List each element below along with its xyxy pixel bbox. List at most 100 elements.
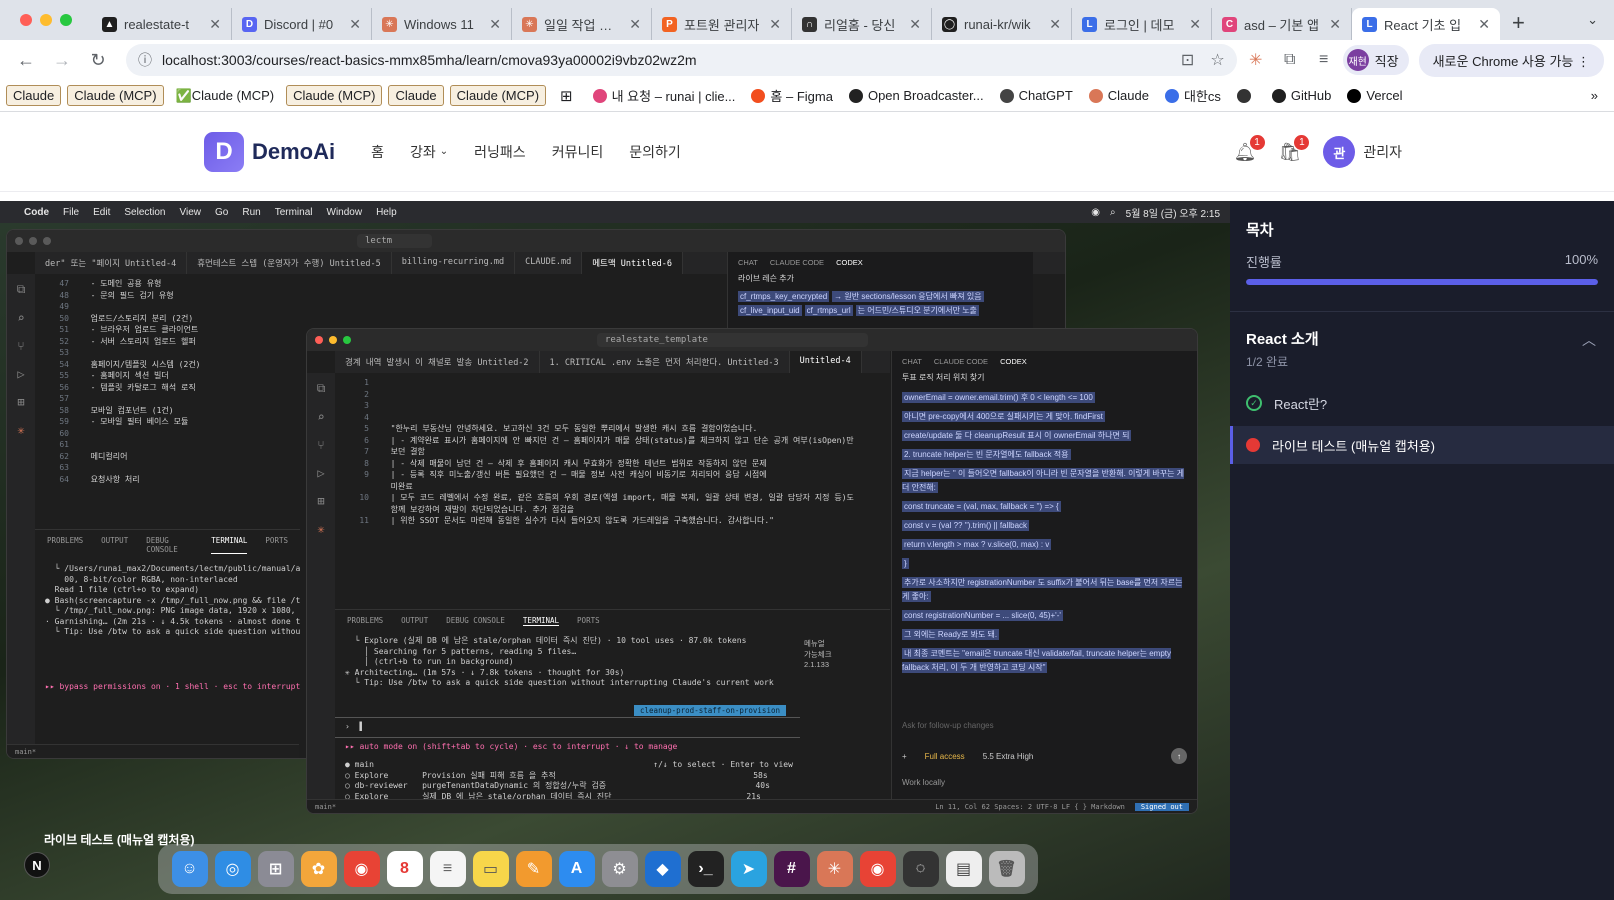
- browser-tab[interactable]: ✳ 일일 작업 내역 ✕: [512, 8, 652, 40]
- tab-list: ▲ realestate-t ✕ D Discord | #0 ✕ ✳ Windows 11 ✕…: [92, 0, 1500, 40]
- claude-extension-icon[interactable]: ✳: [1241, 50, 1271, 70]
- bookmark-link[interactable]: Vercel: [1341, 86, 1408, 105]
- chrome-update-button[interactable]: 새로운 Chrome 사용 가능 ⋮: [1418, 43, 1604, 77]
- realhome-icon: ∩: [802, 16, 817, 32]
- bookmark-link[interactable]: 내 요청 – runai | clie...: [587, 86, 742, 105]
- minimize-window-button[interactable]: [40, 14, 52, 26]
- browser-tab[interactable]: ∩ 리얼홈 - 당신 ✕: [792, 8, 932, 40]
- chat-message-text: 지금 helper는 '' 이 들어오면 fallback이 아니라 빈 문자열…: [902, 468, 1185, 493]
- nav-courses[interactable]: 강좌 ⌄: [410, 142, 448, 162]
- bookmark-item[interactable]: Claude: [388, 85, 444, 106]
- bookmark-link[interactable]: ChatGPT: [994, 86, 1079, 105]
- cart-icon[interactable]: 🛍︎ 1: [1279, 134, 1310, 163]
- nav-learning-path[interactable]: 러닝패스: [474, 142, 526, 162]
- bookmarks-overflow-icon[interactable]: »: [1591, 88, 1598, 103]
- tab-search-icon[interactable]: ⌄: [1587, 12, 1598, 28]
- mac-menu-item: Go: [215, 206, 229, 218]
- browser-tab[interactable]: L React 기초 입 ✕: [1352, 8, 1500, 40]
- bookmark-item[interactable]: Claude (MCP): [67, 85, 164, 106]
- access-select[interactable]: Full access: [925, 752, 965, 761]
- nav-contact[interactable]: 문의하기: [629, 142, 681, 162]
- close-tab-icon[interactable]: ✕: [349, 16, 361, 33]
- browser-tab[interactable]: ◯ runai-kr/wik ✕: [932, 8, 1072, 40]
- media-controls-icon[interactable]: ≡: [1309, 51, 1339, 69]
- nav-community[interactable]: 커뮤니티: [552, 142, 604, 162]
- logo-text[interactable]: DemoAi: [252, 139, 335, 165]
- address-bar[interactable]: ⓘ localhost:3003/courses/react-basics-mm…: [126, 44, 1237, 76]
- close-tab-icon[interactable]: ✕: [1329, 16, 1341, 33]
- bookmark-link[interactable]: Claude: [1083, 86, 1155, 105]
- claude-icon: ✳: [382, 16, 397, 32]
- more-menu-icon[interactable]: ⋮: [1577, 54, 1590, 69]
- user-name: 관리자: [1363, 144, 1402, 160]
- add-icon[interactable]: +: [902, 752, 907, 761]
- lesson-item[interactable]: 라이브 테스트 (매뉴얼 캡처용): [1230, 426, 1614, 464]
- bookmark-favicon-icon: [1164, 88, 1179, 103]
- chat-input[interactable]: Ask for follow-up changes: [902, 721, 1187, 730]
- notification-bell-icon[interactable]: 🔔︎ 1: [1234, 134, 1265, 163]
- lesson-label: React란?: [1274, 396, 1328, 412]
- live-video-player[interactable]: Code File Edit Selection View Go Run Terminal Wi…: [0, 201, 1230, 900]
- close-window-button[interactable]: [20, 14, 32, 26]
- nav-home[interactable]: 홈: [371, 142, 384, 162]
- browser-tab[interactable]: ▲ realestate-t ✕: [92, 8, 232, 40]
- close-tab-icon[interactable]: ✕: [769, 16, 781, 33]
- reload-icon[interactable]: ↻: [82, 44, 114, 76]
- terminal-line: │ Searching for 5 patterns, reading 5 fi…: [345, 646, 577, 656]
- close-tab-icon[interactable]: ✕: [1049, 16, 1061, 33]
- user-menu[interactable]: 관 관리자: [1323, 136, 1402, 168]
- model-select[interactable]: 5.5 Extra High: [983, 752, 1034, 761]
- chevron-up-icon[interactable]: ︿: [1582, 330, 1596, 350]
- browser-tab[interactable]: Casd – 기본 앱 ✕: [1212, 8, 1352, 40]
- bookmark-star-icon[interactable]: ☆: [1210, 50, 1224, 70]
- close-tab-icon[interactable]: ✕: [209, 16, 221, 33]
- url-text[interactable]: localhost:3003/courses/react-basics-mmx8…: [162, 52, 1171, 68]
- send-icon[interactable]: ↑: [1171, 748, 1187, 764]
- line-number: 47: [59, 279, 69, 288]
- lesson-item[interactable]: ✓ React란?: [1230, 384, 1614, 422]
- site-info-icon[interactable]: ⓘ: [138, 50, 152, 70]
- bookmark-item[interactable]: ✅Claude (MCP): [170, 85, 281, 106]
- install-app-icon[interactable]: ⊡: [1181, 50, 1194, 70]
- bookmark-link[interactable]: 대한cs: [1159, 86, 1227, 105]
- bookmark-link[interactable]: [1231, 86, 1262, 105]
- chat-message-text: const v = (val ?? '').trim() || fallback: [902, 520, 1030, 531]
- close-tab-icon[interactable]: ✕: [1478, 16, 1490, 33]
- maximize-window-button[interactable]: [60, 14, 72, 26]
- close-tab-icon[interactable]: ✕: [629, 16, 641, 33]
- forward-icon[interactable]: →: [46, 44, 78, 76]
- work-locally-select[interactable]: Work locally: [902, 778, 1187, 787]
- new-tab-icon[interactable]: +: [1512, 10, 1525, 36]
- terminal-prompt[interactable]: › ▌: [335, 717, 800, 738]
- line-number: 6: [364, 435, 369, 445]
- chat-tabs: CHAT CLAUDE CODE CODEX: [738, 258, 1023, 267]
- bookmark-label: 대한cs: [1183, 89, 1221, 104]
- bookmark-item[interactable]: Claude (MCP): [449, 85, 547, 106]
- bookmark-links: 내 요청 – runai | clie... 홈 – Figma Open Broa…: [587, 86, 1409, 105]
- line-number: 52: [59, 336, 69, 346]
- bookmark-item[interactable]: Claude (MCP): [286, 85, 383, 106]
- line-number: 50: [59, 313, 69, 323]
- logo-icon[interactable]: D: [204, 131, 244, 172]
- chat-message-text: 아니면 pre-copy에서 400으로 실패시키는 게 맞아. findFir…: [902, 411, 1105, 422]
- bookmark-link[interactable]: Open Broadcaster...: [843, 86, 990, 105]
- apps-grid-icon[interactable]: ⊞: [560, 87, 573, 105]
- browser-tab[interactable]: ✳ Windows 11 ✕: [372, 8, 512, 40]
- back-icon[interactable]: ←: [10, 44, 42, 76]
- chat-message: const registrationNumber = ... slice(0, …: [902, 609, 1187, 623]
- close-tab-icon[interactable]: ✕: [489, 16, 501, 33]
- section-header[interactable]: React 소개 1/2 완료 ︿: [1230, 311, 1614, 370]
- close-tab-icon[interactable]: ✕: [1189, 16, 1201, 33]
- profile-button[interactable]: 재현 직장: [1342, 45, 1409, 75]
- line-number: 53: [59, 348, 69, 357]
- close-tab-icon[interactable]: ✕: [909, 16, 921, 33]
- browser-tab[interactable]: P 포트원 관리자 ✕: [652, 8, 792, 40]
- branch-tag: cleanup-prod-staff-on-provision: [634, 705, 786, 716]
- bookmark-item[interactable]: Claude: [6, 85, 62, 106]
- browser-tab[interactable]: D Discord | #0 ✕: [232, 8, 372, 40]
- browser-tab[interactable]: L 로그인 | 데모 ✕: [1072, 8, 1212, 40]
- bookmark-link[interactable]: 홈 – Figma: [745, 86, 839, 105]
- mac-menu-items: Code File Edit Selection View Go Run Terminal Wi…: [24, 207, 397, 218]
- bookmark-link[interactable]: GitHub: [1266, 86, 1337, 105]
- extensions-icon[interactable]: ⧉: [1275, 51, 1305, 69]
